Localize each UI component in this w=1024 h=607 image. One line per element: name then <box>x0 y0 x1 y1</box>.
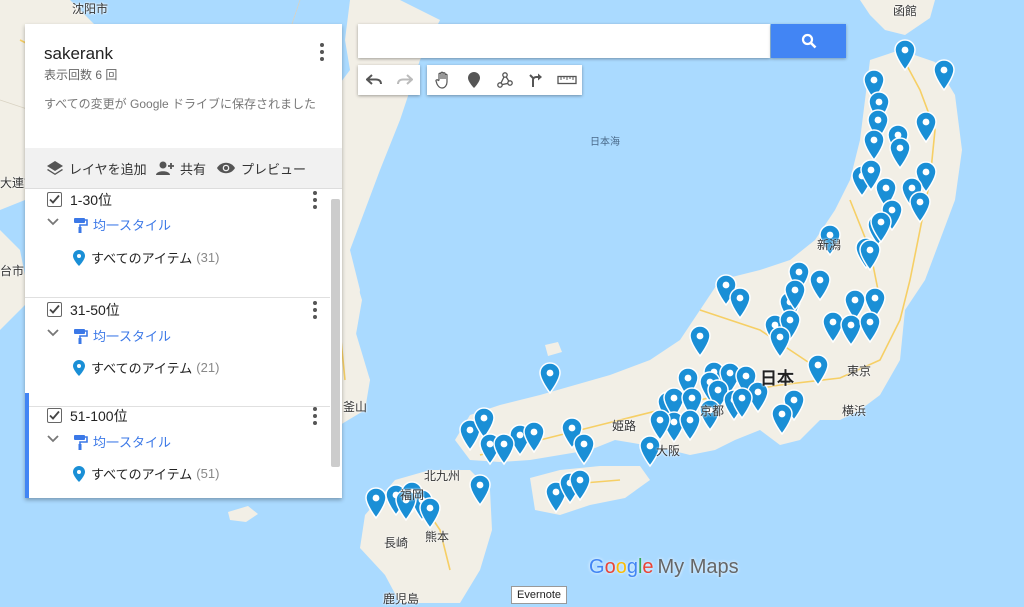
all-items-row[interactable]: すべてのアイテム (21) <box>73 358 219 377</box>
map-toolbar <box>358 65 589 95</box>
all-items-row[interactable]: すべてのアイテム (51) <box>73 464 219 483</box>
layer-options-menu-icon[interactable] <box>308 190 322 210</box>
view-count: 表示回数 6 回 <box>44 68 118 82</box>
panel-toolbar: レイヤを追加 共有 プレビュー <box>25 148 342 189</box>
layer-visibility-checkbox[interactable] <box>47 192 62 207</box>
layer-visibility-checkbox[interactable] <box>47 302 62 317</box>
paint-roller-icon <box>74 328 88 344</box>
style-label: 均一スタイル <box>93 218 172 233</box>
layer-name[interactable]: 51-100位 <box>70 406 128 426</box>
marker-icon <box>467 72 480 88</box>
style-label: 均一スタイル <box>93 435 172 450</box>
eye-icon <box>217 162 235 174</box>
map-pin-icon <box>73 249 85 266</box>
uniform-style-button[interactable]: 均一スタイル <box>73 215 171 234</box>
map-label-nagasaki: 長崎 <box>384 536 409 550</box>
layer-2: 31-50位 均一スタイル すべてのアイテム (21) <box>25 297 330 407</box>
layer-visibility-checkbox[interactable] <box>47 408 62 423</box>
map-label-busan: 釜山 <box>343 400 368 414</box>
share-button[interactable]: 共有 <box>155 158 206 178</box>
pan-hand-button[interactable] <box>427 65 458 95</box>
search-input[interactable] <box>358 24 770 58</box>
item-count: (51) <box>196 466 220 481</box>
map-label-qingdao: 台市 <box>0 264 25 278</box>
undo-icon <box>365 74 382 85</box>
add-person-icon <box>156 161 174 175</box>
map-label-osaka: 大阪 <box>656 444 681 458</box>
layers-icon <box>47 161 63 175</box>
item-count: (31) <box>196 250 220 265</box>
directions-button[interactable] <box>520 65 551 95</box>
map-label-kumamoto: 熊本 <box>425 530 450 544</box>
layer-3: 51-100位 均一スタイル すべてのアイテム (51) <box>25 393 330 498</box>
layer-1: 1-30位 均一スタイル すべてのアイテム (31) <box>25 188 330 298</box>
add-layer-button[interactable]: レイヤを追加 <box>46 158 147 178</box>
redo-button[interactable] <box>389 65 420 95</box>
all-items-row[interactable]: すべてのアイテム (31) <box>73 248 219 267</box>
preview-button[interactable]: プレビュー <box>216 158 306 178</box>
measure-button[interactable] <box>551 65 582 95</box>
map-label-himeji: 姫路 <box>612 419 637 433</box>
map-label-kagoshima: 鹿児島 <box>383 592 420 606</box>
item-count: (21) <box>196 360 220 375</box>
hand-icon <box>434 71 448 89</box>
panel-header: sakerank 表示回数 6 回 すべての変更が Google ドライブに保存… <box>25 24 342 148</box>
map-label-shenyang: 沈阳市 <box>72 2 109 16</box>
redo-icon <box>396 74 413 85</box>
search-icon <box>801 33 816 49</box>
map-label-hakodate: 函館 <box>893 4 918 18</box>
search-button[interactable] <box>771 24 846 58</box>
add-layer-label: レイヤを追加 <box>69 161 147 177</box>
map-legend-panel: sakerank 表示回数 6 回 すべての変更が Google ドライブに保存… <box>25 24 342 498</box>
layer-name[interactable]: 31-50位 <box>70 300 120 320</box>
preview-label: プレビュー <box>241 161 307 177</box>
add-marker-button[interactable] <box>458 65 489 95</box>
map-pin-icon <box>73 359 85 376</box>
directions-icon <box>528 73 542 87</box>
paint-roller-icon <box>74 217 88 233</box>
layer-options-menu-icon[interactable] <box>308 406 322 426</box>
map-label-yokohama: 横浜 <box>842 404 867 418</box>
chevron-down-icon[interactable] <box>47 435 59 443</box>
save-status: すべての変更が Google ドライブに保存されました <box>44 97 317 111</box>
map-title[interactable]: sakerank <box>44 44 113 64</box>
map-options-menu-icon[interactable] <box>315 42 329 62</box>
layer-options-menu-icon[interactable] <box>308 300 322 320</box>
google-my-maps-logo: Google My Maps <box>589 556 739 578</box>
layer-name[interactable]: 1-30位 <box>70 190 112 210</box>
map-label-niigata: 新潟 <box>817 238 842 252</box>
ruler-icon <box>556 75 577 85</box>
history-group <box>358 65 420 95</box>
draw-tools-group <box>427 65 582 95</box>
map-label-tokyo: 東京 <box>847 364 872 378</box>
evernote-tooltip: Evernote <box>511 586 568 604</box>
chevron-down-icon[interactable] <box>47 218 59 226</box>
map-label-fukuoka: 福岡 <box>400 488 425 502</box>
paint-roller-icon <box>74 434 88 450</box>
all-items-label: すべてのアイテム <box>91 251 193 266</box>
map-label-sea-of-japan: 日本海 <box>590 137 620 148</box>
uniform-style-button[interactable]: 均一スタイル <box>73 326 171 345</box>
all-items-label: すべてのアイテム <box>91 361 193 376</box>
uniform-style-button[interactable]: 均一スタイル <box>73 432 171 451</box>
all-items-label: すべてのアイテム <box>91 467 193 482</box>
panel-scrollbar[interactable] <box>331 199 340 467</box>
map-label-kitakyushu: 北九州 <box>424 469 461 483</box>
style-label: 均一スタイル <box>93 329 172 344</box>
map-label-kyoto: 京都 <box>700 404 725 418</box>
map-pin-icon <box>73 465 85 482</box>
line-draw-icon <box>496 72 513 88</box>
share-label: 共有 <box>180 161 207 177</box>
map-label-japan: 日本 <box>760 369 794 388</box>
chevron-down-icon[interactable] <box>47 329 59 337</box>
undo-button[interactable] <box>358 65 389 95</box>
draw-line-button[interactable] <box>489 65 520 95</box>
